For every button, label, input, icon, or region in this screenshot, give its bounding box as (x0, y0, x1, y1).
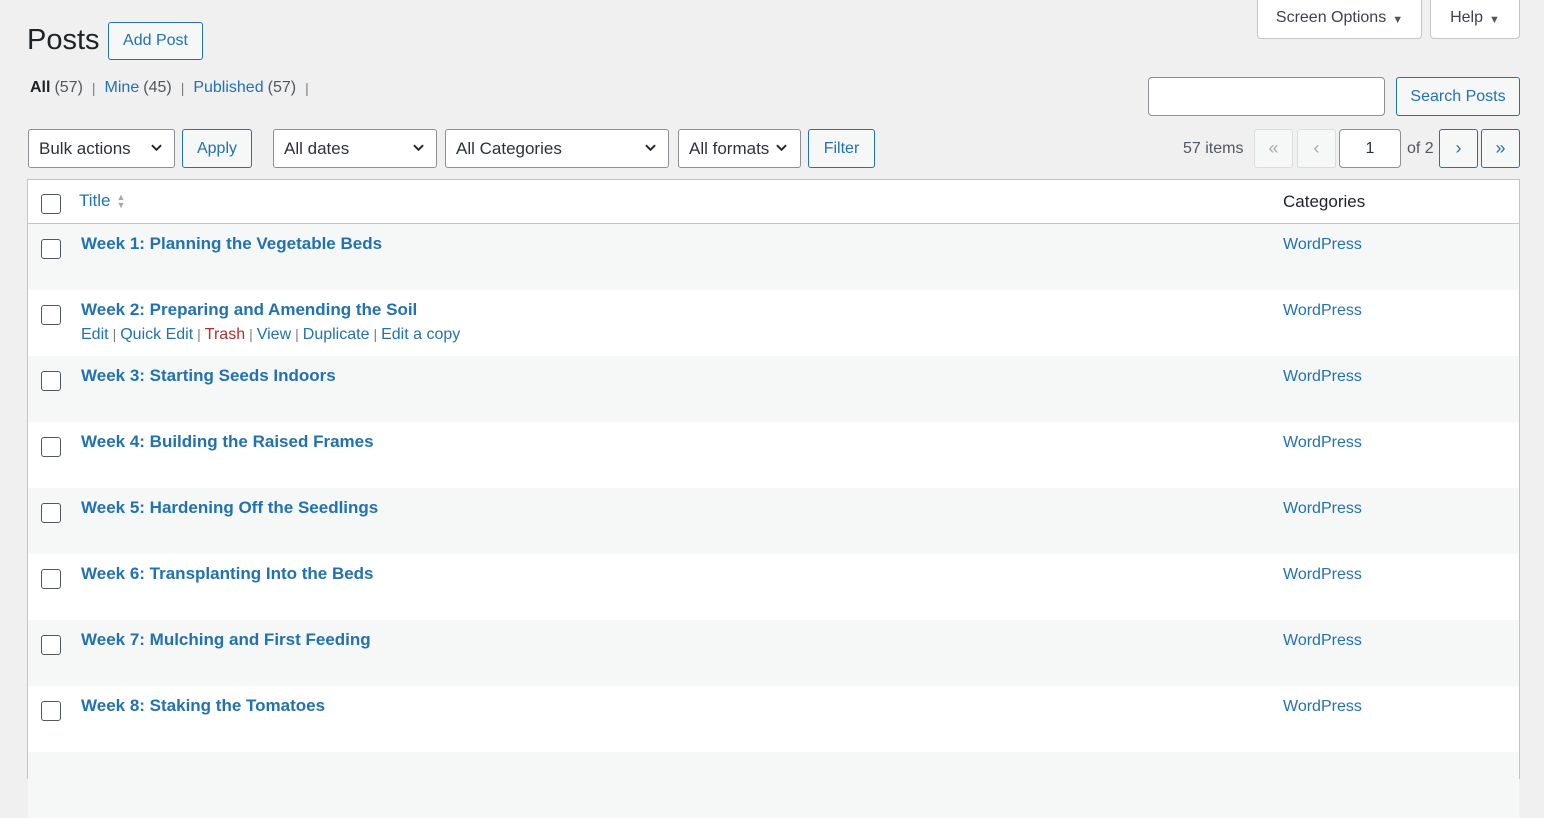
separator: | (373, 326, 378, 342)
post-title-link[interactable]: Week 5: Hardening Off the Seedlings (81, 498, 378, 518)
chevron-down-icon (413, 144, 424, 152)
row-checkbox[interactable] (41, 305, 61, 325)
row-checkbox[interactable] (41, 437, 61, 457)
post-title-link[interactable]: Week 7: Mulching and First Feeding (81, 630, 371, 650)
separator: | (305, 80, 309, 96)
formats-value: All formats (689, 138, 770, 158)
separator: | (197, 326, 201, 342)
post-title-link[interactable]: Week 6: Transplanting Into the Beds (81, 564, 374, 584)
table-row: Week 2: Preparing and Amending the Soil … (28, 290, 1519, 356)
row-checkbox[interactable] (41, 701, 61, 721)
prev-page-button: ‹ (1297, 129, 1336, 168)
categories-value: All Categories (456, 138, 562, 158)
dates-value: All dates (284, 138, 350, 158)
posts-table: Title ▲ ▼ Categories Week 1: Planning the… (27, 179, 1520, 818)
post-title-link[interactable]: Week 4: Building the Raised Frames (81, 432, 374, 452)
category-link[interactable]: WordPress (1283, 566, 1362, 584)
select-all-checkbox[interactable] (41, 194, 61, 214)
category-link[interactable]: WordPress (1283, 500, 1362, 518)
screen-options-button[interactable]: Screen Options ▼ (1257, 0, 1422, 39)
chevron-down-icon (645, 144, 656, 152)
chevron-down-icon (151, 144, 162, 152)
bulk-actions-value: Bulk actions (39, 138, 131, 158)
post-title-link[interactable]: Week 3: Starting Seeds Indoors (81, 366, 336, 386)
edit-copy-link[interactable]: Edit a copy (381, 326, 460, 344)
edit-link[interactable]: Edit (81, 326, 109, 344)
row-checkbox[interactable] (41, 239, 61, 259)
category-link[interactable]: WordPress (1283, 632, 1362, 650)
trash-link[interactable]: Trash (205, 326, 245, 344)
title-column-label: Title (79, 191, 111, 210)
post-title-link[interactable]: Week 1: Planning the Vegetable Beds (81, 234, 382, 254)
separator: | (91, 80, 96, 96)
help-label: Help (1450, 9, 1483, 26)
separator: | (295, 326, 299, 342)
category-link[interactable]: WordPress (1283, 236, 1362, 254)
current-page-input[interactable]: 1 (1339, 129, 1401, 168)
search-input[interactable] (1148, 77, 1385, 116)
view-count: (57) (54, 79, 83, 96)
screen-options-label: Screen Options (1275, 9, 1387, 26)
dates-select[interactable]: All dates (273, 129, 437, 168)
table-row: Week 8: Staking the Tomatoes WordPress (28, 686, 1519, 752)
row-actions: Edit | Quick Edit | Trash | View | Duplicate… (81, 326, 460, 344)
quick-edit-link[interactable]: Quick Edit (120, 326, 193, 344)
category-link[interactable]: WordPress (1283, 698, 1362, 716)
caret-down-icon: ▼ (1489, 13, 1500, 26)
search-posts-button[interactable]: Search Posts (1396, 77, 1520, 116)
last-page-button[interactable]: » (1481, 129, 1520, 168)
next-page-button[interactable]: › (1439, 129, 1478, 168)
table-header: Title ▲ ▼ Categories (28, 180, 1519, 224)
view-link[interactable]: View (257, 326, 291, 344)
row-checkbox[interactable] (41, 569, 61, 589)
formats-select[interactable]: All formats (678, 129, 801, 168)
help-button[interactable]: Help ▼ (1430, 0, 1520, 39)
categories-column-header: Categories (1283, 192, 1366, 211)
chevron-down-icon (776, 144, 787, 152)
sort-icon: ▲ ▼ (116, 192, 126, 210)
total-pages: of 2 (1407, 140, 1434, 157)
table-row: Week 1: Planning the Vegetable Beds Word… (28, 224, 1519, 290)
view-mine[interactable]: Mine (105, 79, 140, 97)
caret-down-icon: ▼ (1392, 13, 1404, 26)
add-post-button[interactable]: Add Post (108, 22, 203, 60)
view-published[interactable]: Published (193, 79, 263, 97)
category-link[interactable]: WordPress (1283, 434, 1362, 452)
post-status-views: All (57) | Mine (45) | Published (57) | (30, 78, 318, 98)
first-page-button: « (1254, 129, 1293, 168)
view-count: (57) (267, 79, 297, 96)
table-row: Week 3: Starting Seeds Indoors WordPress (28, 356, 1519, 422)
row-checkbox[interactable] (41, 371, 61, 391)
view-count: (45) (143, 79, 172, 96)
items-count: 57 items (1183, 140, 1244, 157)
row-checkbox[interactable] (41, 503, 61, 523)
category-link[interactable]: WordPress (1283, 368, 1362, 386)
bulk-actions-select[interactable]: Bulk actions (28, 129, 175, 168)
table-row: Week 6: Transplanting Into the Beds Word… (28, 554, 1519, 620)
page-title: Posts (27, 24, 100, 56)
category-link[interactable]: WordPress (1283, 302, 1362, 320)
table-row (28, 752, 1519, 818)
post-title-link[interactable]: Week 8: Staking the Tomatoes (81, 696, 325, 716)
table-row: Week 4: Building the Raised Frames WordP… (28, 422, 1519, 488)
table-row: Week 5: Hardening Off the Seedlings Word… (28, 488, 1519, 554)
separator: | (180, 80, 185, 96)
separator: | (249, 326, 253, 342)
apply-button[interactable]: Apply (182, 129, 252, 168)
categories-select[interactable]: All Categories (445, 129, 669, 168)
view-all[interactable]: All (30, 79, 50, 97)
filter-button[interactable]: Filter (808, 129, 875, 168)
row-checkbox[interactable] (41, 635, 61, 655)
duplicate-link[interactable]: Duplicate (303, 326, 370, 344)
separator: | (112, 326, 117, 342)
title-column-header[interactable]: Title ▲ ▼ (79, 191, 125, 211)
post-title-link[interactable]: Week 2: Preparing and Amending the Soil (81, 300, 417, 320)
table-row: Week 7: Mulching and First Feeding WordP… (28, 620, 1519, 686)
